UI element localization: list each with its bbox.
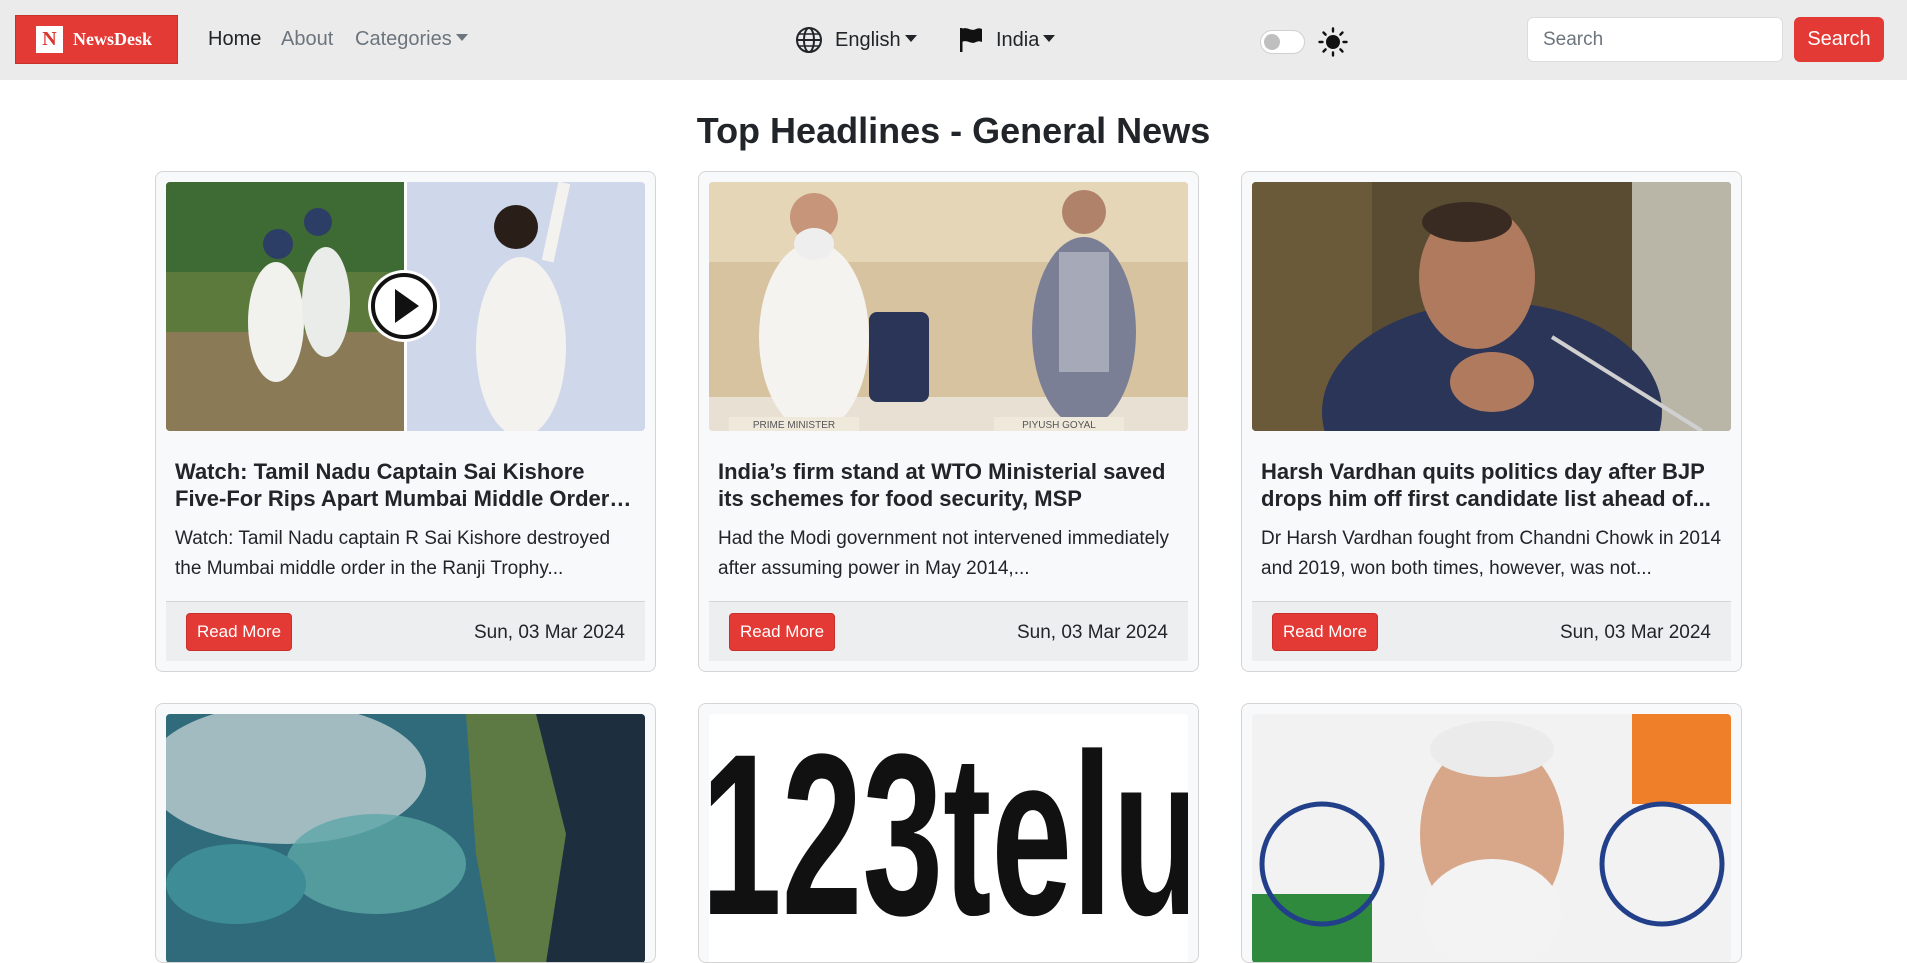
nav-categories-label: Categories	[355, 28, 452, 50]
news-card	[1241, 703, 1742, 963]
news-card	[155, 703, 656, 963]
article-image[interactable]	[1252, 714, 1731, 962]
article-image[interactable]	[166, 714, 645, 962]
article-image[interactable]	[166, 182, 645, 431]
two-leaders-applauding-photo: PRIME MINISTER PIYUSH GOYAL	[709, 182, 1188, 431]
card-footer: Read More Sun, 03 Mar 2024	[166, 601, 645, 661]
search-button[interactable]: Search	[1794, 17, 1884, 62]
logo-text: 123telu	[709, 714, 1188, 963]
logo-mark: N	[36, 26, 63, 53]
news-card: Harsh Vardhan quits politics day after B…	[1241, 171, 1742, 672]
nav-about[interactable]: About	[281, 28, 333, 51]
toggle-knob	[1264, 34, 1280, 50]
cricket-video-thumbnail	[166, 182, 645, 431]
search-input[interactable]	[1527, 17, 1783, 62]
card-footer: Read More Sun, 03 Mar 2024	[709, 601, 1188, 661]
chevron-down-icon	[455, 34, 468, 42]
image-caption: PIYUSH GOYAL	[1022, 420, 1096, 431]
article-date: Sun, 03 Mar 2024	[473, 622, 625, 643]
article-date: Sun, 03 Mar 2024	[1559, 622, 1711, 643]
article-image[interactable]: 123telu	[709, 714, 1188, 963]
news-card: Watch: Tamil Nadu Captain Sai Kishore Fi…	[155, 171, 656, 672]
article-image[interactable]: PRIME MINISTER PIYUSH GOYAL	[709, 182, 1188, 431]
news-card: PRIME MINISTER PIYUSH GOYAL India’s firm…	[698, 171, 1199, 672]
globe-icon	[796, 27, 822, 53]
country-dropdown[interactable]: India	[958, 26, 1056, 54]
country-label: India	[996, 28, 1040, 51]
brand-name: NewsDesk	[73, 29, 152, 49]
image-caption: PRIME MINISTER	[753, 420, 835, 431]
article-title[interactable]: Watch: Tamil Nadu Captain Sai Kishore Fi…	[175, 458, 640, 512]
article-description: Watch: Tamil Nadu captain R Sai Kishore …	[175, 528, 611, 579]
article-description: Dr Harsh Vardhan fought from Chandni Cho…	[1261, 528, 1722, 579]
article-title[interactable]: India’s firm stand at WTO Ministerial sa…	[718, 458, 1183, 512]
article-image[interactable]	[1252, 182, 1731, 431]
flag-icon	[960, 28, 982, 52]
dark-mode-toggle[interactable]	[1260, 30, 1305, 54]
article-date: Sun, 03 Mar 2024	[1016, 622, 1168, 643]
nav-categories-dropdown[interactable]: Categories	[355, 28, 468, 51]
123telugu-logo: 123telu	[709, 714, 1188, 963]
language-dropdown[interactable]: English	[795, 26, 917, 54]
leader-with-flags-photo	[1252, 714, 1731, 962]
chevron-down-icon	[904, 34, 917, 42]
article-title[interactable]: Harsh Vardhan quits politics day after B…	[1261, 458, 1726, 512]
satellite-coast-photo	[166, 714, 645, 962]
language-label: English	[835, 28, 901, 51]
read-more-button[interactable]: Read More	[186, 613, 292, 651]
news-card: 123telu	[698, 703, 1199, 963]
read-more-button[interactable]: Read More	[1272, 613, 1378, 651]
sun-icon[interactable]	[1318, 27, 1348, 57]
page-title: Top Headlines - General News	[696, 110, 1211, 151]
politician-at-microphone-photo	[1252, 182, 1731, 431]
card-footer: Read More Sun, 03 Mar 2024	[1252, 601, 1731, 661]
brand-logo[interactable]: N NewsDesk	[15, 15, 178, 64]
chevron-down-icon	[1043, 34, 1056, 42]
read-more-button[interactable]: Read More	[729, 613, 835, 651]
nav-home[interactable]: Home	[208, 28, 261, 51]
article-description: Had the Modi government not intervened i…	[718, 528, 1169, 579]
navbar: N NewsDesk Home About Categories English…	[0, 0, 1907, 80]
